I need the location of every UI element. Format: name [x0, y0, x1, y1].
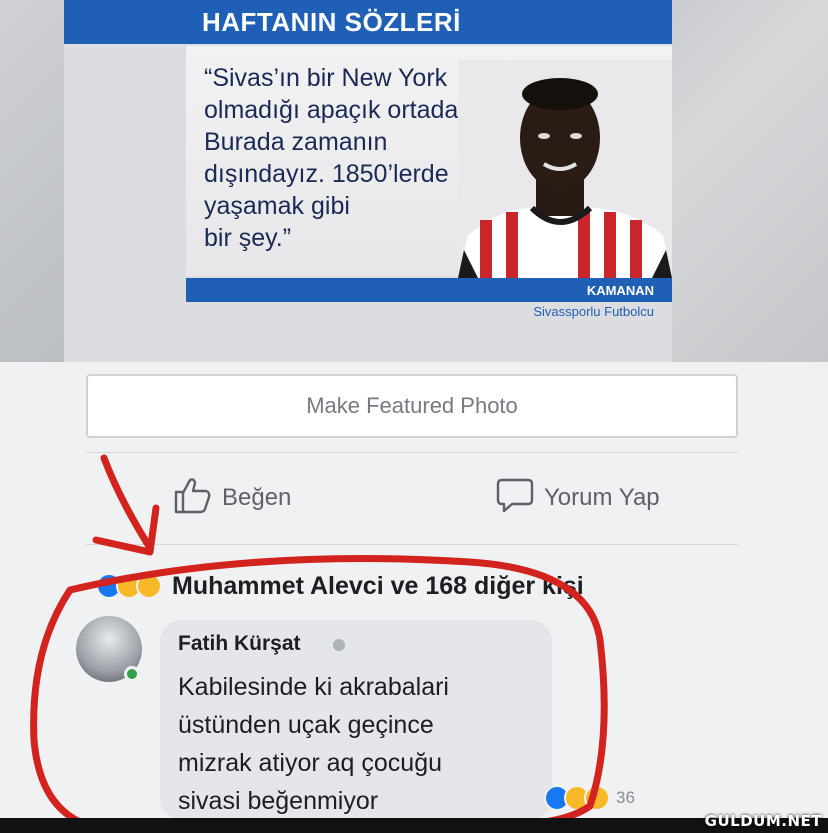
comment-button[interactable]: Yorum Yap [496, 476, 660, 520]
speech-bubble-icon [496, 476, 534, 521]
annotation-arrow [100, 454, 154, 552]
person-name-bar: KAMANAN [186, 278, 672, 302]
person-role: Sivassporlu Futbolcu [533, 304, 654, 319]
comment-reaction-count: 36 [616, 788, 635, 807]
annotation-arrowhead [92, 504, 160, 556]
photo-headline: HAFTANIN SÖZLERİ [64, 0, 672, 44]
profile-badge-icon [333, 639, 345, 651]
thumbs-up-icon [172, 476, 212, 521]
reactions-summary[interactable]: Muhammet Alevci ve 168 diğer kişi [96, 566, 584, 606]
make-featured-photo-button[interactable]: Make Featured Photo [86, 374, 738, 438]
wow-icon [136, 573, 162, 599]
player-portrait [458, 60, 672, 278]
wow-icon [584, 785, 610, 811]
comment-reactions[interactable]: 36 [544, 784, 635, 812]
divider [86, 452, 738, 453]
divider [86, 544, 738, 545]
comment-text: Kabilesinde ki akrabalari üstünden uçak … [178, 673, 449, 815]
comment-label: Yorum Yap [544, 484, 660, 511]
like-button[interactable]: Beğen [172, 476, 291, 520]
online-status-icon [124, 666, 140, 682]
comment-author[interactable]: Fatih Kürşat [178, 632, 301, 656]
reactions-summary-text: Muhammet Alevci ve 168 diğer kişi [172, 571, 584, 600]
like-label: Beğen [222, 484, 292, 511]
watermark-text: GULDUM.NET [704, 812, 822, 830]
